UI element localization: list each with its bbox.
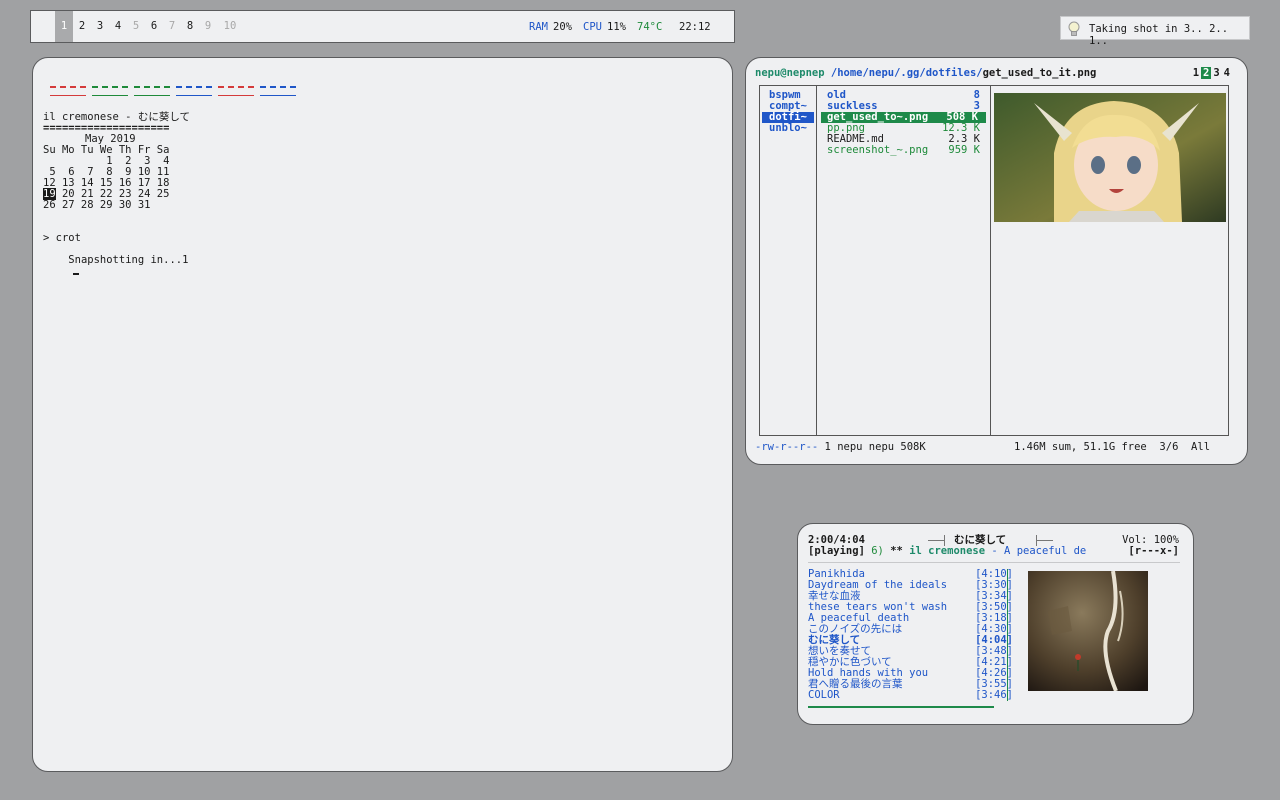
- tab-1[interactable]: 1: [1191, 67, 1201, 79]
- shell-output-text: Snapshotting in...1: [68, 254, 189, 266]
- ranger-status-right: 1.46M sum, 51.1G free 3/6 All: [1014, 442, 1210, 453]
- terminal-window[interactable]: il cremonese - むに葵して ===================…: [32, 57, 733, 772]
- shell-prompt: > crot: [43, 232, 81, 244]
- workspace-7[interactable]: 7: [163, 11, 181, 42]
- palette-dash: [218, 86, 254, 98]
- temperature: 74°C: [637, 21, 663, 33]
- cursor: [73, 273, 80, 275]
- ranger-status-bar: -rw-r--r-- 1 nepu nepu 508K: [755, 442, 926, 453]
- file-item[interactable]: screenshot_~.png 959 K: [819, 145, 988, 156]
- progress-track[interactable]: [808, 706, 1188, 708]
- shell-output: Snapshotting in...1: [43, 244, 188, 275]
- file-list-column: old 8 suckless 3 get_used_to~.png 508 Kpp.png…: [819, 90, 988, 156]
- workspace-4[interactable]: 4: [109, 11, 127, 42]
- rating-stars: **: [890, 545, 903, 557]
- status-sum: 1.46M sum, 51.1G free: [1014, 441, 1147, 453]
- now-playing-status: [playing] 6) ** il cremonese - A peacefu…: [808, 546, 1086, 557]
- play-state: [playing]: [808, 545, 865, 557]
- calendar-week: 26 27 28 29 30 31: [43, 199, 151, 211]
- file-manager-window[interactable]: nepu@nepnep /home/nepu/.gg/dotfiles/get_…: [745, 57, 1248, 465]
- current-file: get_used_to_it.png: [982, 67, 1097, 79]
- ranger-columns: bspwm compt~ dotfi~ unblo~ old 8 suckless 3 get…: [759, 85, 1229, 436]
- playlist-scrollbar[interactable]: [1007, 569, 1008, 701]
- lightbulb-icon: [1067, 21, 1081, 37]
- mode-flags: [r---x-]: [1128, 545, 1179, 557]
- calendar-grid: 1 2 3 4 5 6 7 8 9 10 11 12 13 14 15 16 17…: [43, 156, 169, 211]
- palette-dash: [176, 86, 212, 98]
- track-name: COLOR: [808, 689, 840, 701]
- album-art: [1028, 571, 1148, 691]
- current-path: /home/nepu/.gg/dotfiles/: [830, 67, 983, 79]
- notification: Taking shot in 3.. 2.. 1..: [1060, 16, 1250, 47]
- parent-directory-column: bspwm compt~ dotfi~ unblo~: [762, 90, 814, 134]
- workspace-10[interactable]: 10: [219, 11, 241, 42]
- song-title: A peaceful de: [1004, 545, 1087, 557]
- palette-dash: [134, 86, 170, 98]
- file-name: screenshot_~.png: [827, 144, 929, 156]
- workspace-1[interactable]: 1: [55, 11, 73, 42]
- progress-fill: [808, 706, 995, 708]
- cpu-value: 11%: [607, 21, 626, 33]
- title-decoration-right: [1037, 540, 1053, 541]
- tab-4[interactable]: 4: [1222, 67, 1232, 79]
- status-divider: [808, 562, 1180, 563]
- status-permissions: -rw-r--r--: [755, 441, 819, 453]
- status-position: 3/6: [1159, 441, 1179, 453]
- status-all: All: [1191, 441, 1211, 453]
- file-size: 959 K: [948, 144, 980, 156]
- ram-value: 20%: [553, 21, 572, 33]
- palette-dash: [260, 86, 296, 98]
- artist-name: il cremonese: [909, 545, 986, 557]
- workspace-3[interactable]: 3: [91, 11, 109, 42]
- track-number: 6): [871, 545, 884, 557]
- user-host: nepu@nepnep: [755, 67, 825, 79]
- ranger-header: nepu@nepnep /home/nepu/.gg/dotfiles/get_…: [755, 68, 1096, 79]
- workspace-8[interactable]: 8: [181, 11, 199, 42]
- tab-list: 1234: [1191, 67, 1232, 79]
- parent-dir-item[interactable]: unblo~: [762, 123, 814, 134]
- playlist: Panikhida [4:10] Daydream of the ideals [3:…: [798, 569, 1028, 704]
- palette-dash: [50, 86, 86, 98]
- clock: 22:12: [679, 21, 711, 33]
- cpu-label: CPU: [583, 21, 602, 33]
- separator: -: [991, 545, 998, 557]
- workspace-6[interactable]: 6: [145, 11, 163, 42]
- workspace-5[interactable]: 5: [127, 11, 145, 42]
- workspace-2[interactable]: 2: [73, 11, 91, 42]
- playlist-track[interactable]: COLOR [3:46]: [808, 690, 1013, 701]
- status-info: 1 nepu nepu 508K: [824, 441, 926, 453]
- notification-text: Taking shot in 3.. 2.. 1..: [1089, 23, 1229, 47]
- music-player-window[interactable]: 2:00/4:04 むに葵して Vol: 100% [playing] 6) *…: [797, 523, 1194, 725]
- ram-label: RAM: [529, 21, 548, 33]
- palette-dash: [92, 86, 128, 98]
- workspace-9[interactable]: 9: [199, 11, 217, 42]
- tab-2[interactable]: 2: [1201, 67, 1212, 79]
- image-preview: [994, 93, 1226, 222]
- top-status-bar: 1 2 3 4 5 6 7 8 9 10 RAM 20% CPU 11% 74°C 22:12: [30, 10, 735, 43]
- tab-3[interactable]: 3: [1211, 67, 1221, 79]
- title-decoration-left: [928, 540, 944, 541]
